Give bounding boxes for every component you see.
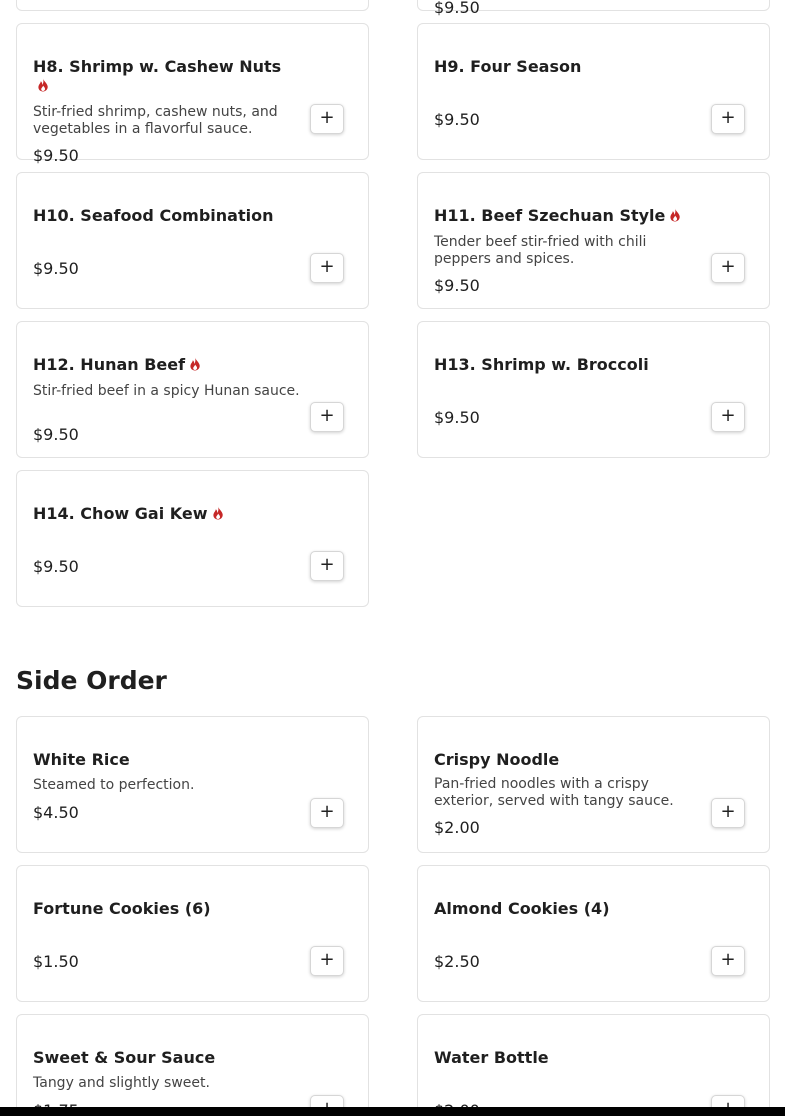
item-description: Steamed to perfection. <box>33 777 195 793</box>
menu-card-h11[interactable]: H11. Beef Szechuan Style Tender beef sti… <box>417 172 770 309</box>
add-to-cart-button[interactable]: + <box>310 551 344 581</box>
add-to-cart-button[interactable]: + <box>310 946 344 976</box>
plus-icon: + <box>319 107 335 128</box>
item-price: $9.50 <box>434 0 480 17</box>
plus-icon: + <box>319 405 335 426</box>
plus-icon: + <box>319 801 335 822</box>
menu-card-h10[interactable]: H10. Seafood Combination $9.50 + <box>16 172 369 309</box>
add-to-cart-button[interactable]: + <box>310 253 344 283</box>
menu-card-fortune-cookies[interactable]: Fortune Cookies (6) $1.50 + <box>16 865 369 1002</box>
add-to-cart-button[interactable]: + <box>711 253 745 283</box>
item-name: H8. Shrimp w. Cashew Nuts <box>33 57 303 95</box>
menu-card-h8[interactable]: H8. Shrimp w. Cashew Nuts Stir-fried shr… <box>16 23 369 165</box>
item-price: $1.50 <box>33 952 79 971</box>
add-to-cart-button[interactable]: + <box>310 402 344 432</box>
item-price: $9.50 <box>33 557 79 576</box>
item-name: Almond Cookies (4) <box>434 899 610 918</box>
flame-icon <box>212 506 224 520</box>
add-to-cart-button[interactable]: + <box>310 104 344 134</box>
plus-icon: + <box>720 256 736 277</box>
item-name: H9. Four Season <box>434 57 582 76</box>
plus-icon: + <box>319 256 335 277</box>
item-price: $9.50 <box>33 259 79 278</box>
plus-icon: + <box>720 405 736 426</box>
item-name: H13. Shrimp w. Broccoli <box>434 355 649 374</box>
plus-icon: + <box>319 949 335 970</box>
item-price: $9.50 <box>434 408 480 427</box>
flame-icon <box>189 357 201 371</box>
bottom-bar <box>0 1107 785 1116</box>
item-name: H10. Seafood Combination <box>33 206 274 225</box>
menu-card-h14[interactable]: H14. Chow Gai Kew $9.50 + <box>16 470 369 607</box>
item-price: $9.50 <box>434 276 480 295</box>
item-price: $9.50 <box>434 110 480 129</box>
plus-icon: + <box>720 801 736 822</box>
item-description: Stir-fried beef in a spicy Hunan sauce. <box>33 383 300 399</box>
menu-card-h9[interactable]: H9. Four Season $9.50 + <box>417 23 770 160</box>
menu-card-partial-left <box>16 0 369 11</box>
item-description: Tangy and slightly sweet. <box>33 1075 210 1091</box>
menu-card-sweet-sour-sauce[interactable]: Sweet & Sour Sauce Tangy and slightly sw… <box>16 1014 369 1116</box>
plus-icon: + <box>720 107 736 128</box>
menu-card-partial-right: $9.50 <box>417 0 770 17</box>
item-price: $4.50 <box>33 803 79 822</box>
menu-card-water-bottle[interactable]: Water Bottle $2.00 + <box>417 1014 770 1116</box>
add-to-cart-button[interactable]: + <box>711 104 745 134</box>
item-price: $9.50 <box>33 425 79 444</box>
item-name: H11. Beef Szechuan Style <box>434 206 704 225</box>
item-price: $9.50 <box>33 146 79 165</box>
item-name: H12. Hunan Beef <box>33 355 303 374</box>
item-name: Fortune Cookies (6) <box>33 899 211 918</box>
item-name: Crispy Noodle <box>434 750 560 769</box>
plus-icon: + <box>319 554 335 575</box>
add-to-cart-button[interactable]: + <box>711 798 745 828</box>
item-name: Sweet & Sour Sauce <box>33 1048 216 1067</box>
flame-icon <box>669 208 681 222</box>
item-name: H14. Chow Gai Kew <box>33 504 303 523</box>
menu-card-crispy-noodle[interactable]: Crispy Noodle Pan-fried noodles with a c… <box>417 716 770 853</box>
item-price: $2.50 <box>434 952 480 971</box>
item-name: White Rice <box>33 750 130 769</box>
item-price: $2.00 <box>434 818 480 837</box>
add-to-cart-button[interactable]: + <box>711 946 745 976</box>
flame-icon <box>37 78 49 92</box>
section-title-side-order: Side Order <box>16 666 167 695</box>
item-name: Water Bottle <box>434 1048 549 1067</box>
menu-card-h13[interactable]: H13. Shrimp w. Broccoli $9.50 + <box>417 321 770 458</box>
menu-card-h12[interactable]: H12. Hunan Beef Stir-fried beef in a spi… <box>16 321 369 458</box>
plus-icon: + <box>720 949 736 970</box>
add-to-cart-button[interactable]: + <box>310 798 344 828</box>
menu-card-white-rice[interactable]: White Rice Steamed to perfection. $4.50 … <box>16 716 369 853</box>
menu-card-almond-cookies[interactable]: Almond Cookies (4) $2.50 + <box>417 865 770 1002</box>
item-description: Tender beef stir-fried with chili pepper… <box>434 234 647 267</box>
item-description: Stir-fried shrimp, cashew nuts, and vege… <box>33 104 278 137</box>
item-description: Pan-fried noodles with a crispy exterior… <box>434 776 674 809</box>
add-to-cart-button[interactable]: + <box>711 402 745 432</box>
